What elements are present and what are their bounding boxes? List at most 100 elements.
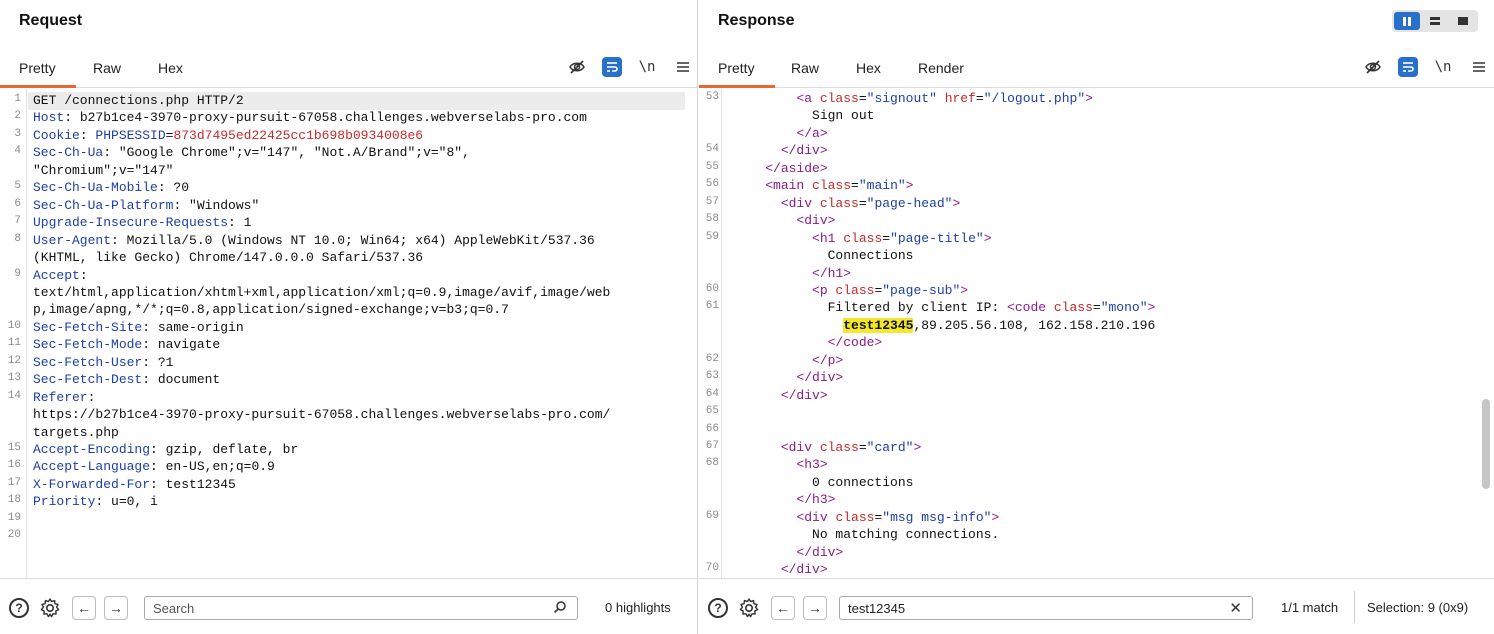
code-line: Sec-Fetch-Site: same-origin xyxy=(33,319,244,337)
code-token: > xyxy=(960,282,969,298)
response-tab-hex[interactable]: Hex xyxy=(856,60,881,76)
response-search-input[interactable]: test12345 ✕ xyxy=(839,596,1253,620)
response-tab-render[interactable]: Render xyxy=(918,60,964,76)
arrow-left-icon[interactable]: ← xyxy=(771,596,795,620)
code-token: Sec-Fetch-User xyxy=(33,354,143,370)
code-token: : u=0, i xyxy=(95,494,158,510)
line-number: 6 xyxy=(14,197,21,210)
response-tab-raw[interactable]: Raw xyxy=(791,60,819,76)
code-line: Sec-Fetch-Dest: document xyxy=(33,371,220,389)
code-token: > xyxy=(952,195,961,211)
code-line: No matching connections. xyxy=(734,526,999,544)
line-number: 19 xyxy=(7,511,21,524)
request-tab-hex[interactable]: Hex xyxy=(158,60,183,76)
request-editor[interactable]: 1 GET /connections.php HTTP/2 2 Host: b27b1… xyxy=(0,89,697,578)
code-line: </p> xyxy=(734,352,843,370)
layout-single-button[interactable] xyxy=(1450,12,1476,30)
wrap-lines-icon[interactable] xyxy=(602,57,622,77)
vertical-scrollbar[interactable] xyxy=(1482,399,1490,489)
code-token: </div> xyxy=(796,370,844,386)
eye-slash-icon[interactable] xyxy=(566,56,588,78)
code-token: Sec-Fetch-Mode xyxy=(33,337,143,353)
code-token: User-Agent xyxy=(33,232,112,248)
request-pane: Request Pretty Raw Hex \n 1 GET /connecti… xyxy=(0,0,698,634)
code-line: </aside> xyxy=(734,160,827,178)
gear-icon[interactable] xyxy=(737,596,761,620)
request-toolbar: \n xyxy=(566,56,694,78)
code-token: = xyxy=(858,195,867,211)
code-line: "Chromium";v="147" xyxy=(33,162,173,180)
help-icon[interactable]: ? xyxy=(7,596,31,620)
line-number: 11 xyxy=(7,337,21,350)
request-tab-raw[interactable]: Raw xyxy=(93,60,121,76)
code-token: : xyxy=(79,127,96,143)
line-number: 58 xyxy=(705,213,719,226)
line-number: 8 xyxy=(14,232,21,245)
line-number: 59 xyxy=(705,230,719,243)
response-title: Response xyxy=(718,12,795,29)
code-token: </div> xyxy=(796,544,844,560)
close-icon[interactable]: ✕ xyxy=(1229,599,1242,617)
code-token: = xyxy=(1092,300,1101,316)
response-search-bar: ? ← → test12345 ✕ 1/1 match Selection: 9… xyxy=(699,578,1494,634)
request-tab-pretty[interactable]: Pretty xyxy=(0,60,75,88)
arrow-right-icon[interactable]: → xyxy=(104,596,128,620)
code-line: Sec-Fetch-Mode: navigate xyxy=(33,336,220,354)
code-token: class xyxy=(835,282,875,298)
layout-stacked-button[interactable] xyxy=(1422,12,1448,30)
line-number: 10 xyxy=(7,319,21,332)
line-number: 56 xyxy=(705,178,719,191)
hamburger-menu-icon[interactable] xyxy=(672,56,694,78)
code-token: Priority xyxy=(33,494,96,510)
search-value: test12345 xyxy=(848,601,906,616)
code-token: <div xyxy=(780,440,820,455)
code-token: </h1> xyxy=(812,265,852,281)
line-number: 53 xyxy=(705,91,719,103)
code-line: <div class="page-head"> xyxy=(734,195,960,213)
response-editor[interactable]: 53 <a class="signout" href="/logout.php"… xyxy=(699,89,1494,578)
layout-toggle xyxy=(1392,10,1478,32)
code-token: </p> xyxy=(812,352,844,368)
code-token: : 1 xyxy=(228,215,252,231)
request-title: Request xyxy=(19,12,83,29)
code-token: : xyxy=(79,267,88,283)
help-icon[interactable]: ? xyxy=(706,596,730,620)
line-number: 60 xyxy=(705,282,719,295)
code-token: "main" xyxy=(858,178,906,194)
code-token: = xyxy=(975,91,984,106)
code-line: </div> xyxy=(734,387,828,405)
arrow-right-icon[interactable]: → xyxy=(803,596,827,620)
line-number: 4 xyxy=(14,145,21,158)
code-token: > xyxy=(1085,91,1093,106)
newline-icon[interactable]: \n xyxy=(1432,56,1454,78)
wrap-lines-icon[interactable] xyxy=(1398,57,1418,77)
hamburger-menu-icon[interactable] xyxy=(1468,56,1490,78)
magnifier-icon[interactable] xyxy=(553,600,567,617)
eye-slash-icon[interactable] xyxy=(1362,56,1384,78)
line-number: 3 xyxy=(14,127,21,140)
code-line: (KHTML, like Gecko) Chrome/147.0.0.0 Saf… xyxy=(33,249,423,267)
response-toolbar: \n xyxy=(1362,56,1490,78)
code-token: : ?0 xyxy=(157,180,190,196)
code-token: "signout" xyxy=(866,91,937,106)
request-search-input[interactable]: Search xyxy=(144,596,578,620)
code-token: = xyxy=(882,230,891,246)
highlights-count: 0 highlights xyxy=(605,600,671,615)
code-line: Upgrade-Insecure-Requests: 1 xyxy=(33,214,251,232)
arrow-left-icon[interactable]: ← xyxy=(72,596,96,620)
code-line: </div> xyxy=(734,544,843,562)
code-token: class xyxy=(812,178,852,194)
layout-side-by-side-button[interactable] xyxy=(1394,12,1420,30)
code-line: </h1> xyxy=(734,265,851,283)
code-token: Sec-Fetch-Site xyxy=(33,319,143,335)
newline-icon[interactable]: \n xyxy=(636,56,658,78)
code-line: Sec-Ch-Ua-Mobile: ?0 xyxy=(33,179,189,197)
line-number: 66 xyxy=(705,422,719,435)
gear-icon[interactable] xyxy=(38,596,62,620)
response-tab-pretty[interactable]: Pretty xyxy=(699,60,774,88)
code-token: 873d7495ed22425cc1b698b0934008e6 xyxy=(173,127,424,143)
